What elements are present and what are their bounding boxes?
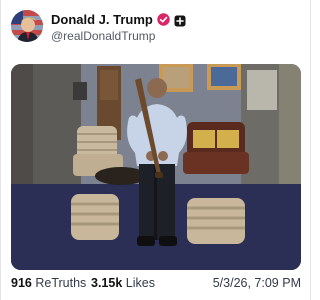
post-timestamp[interactable]: 5/3/26, 7:09 PM: [213, 276, 301, 290]
post-image[interactable]: [11, 64, 301, 270]
handle[interactable]: @realDonaldTrump: [51, 29, 155, 43]
post-card: Donald J. Trump @realDonaldTrump 916 ReT…: [0, 0, 311, 300]
retruths-stat[interactable]: 916 ReTruths: [11, 276, 86, 290]
avatar[interactable]: [11, 10, 43, 42]
retruths-label: ReTruths: [35, 276, 87, 290]
verified-badge-icon: [157, 13, 170, 26]
retruths-count: 916: [11, 276, 32, 290]
likes-count: 3.15k: [91, 276, 123, 290]
likes-stat[interactable]: 3.15k Likes: [91, 276, 155, 290]
likes-label: Likes: [125, 276, 155, 290]
name-row: Donald J. Trump: [51, 12, 186, 27]
display-name[interactable]: Donald J. Trump: [51, 12, 153, 27]
plus-badge-icon: [174, 14, 186, 26]
post-footer: 916 ReTruths 3.15k Likes 5/3/26, 7:09 PM: [11, 276, 301, 294]
post-header: Donald J. Trump @realDonaldTrump: [11, 10, 301, 44]
